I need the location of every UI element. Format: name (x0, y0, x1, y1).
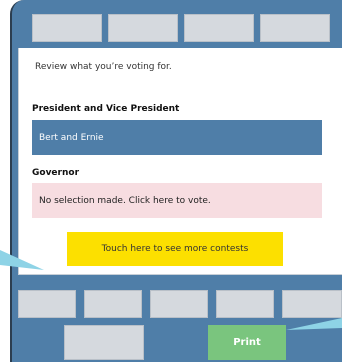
more-contests-button[interactable]: Touch here to see more contests (67, 232, 283, 266)
top-hardware-slot (108, 14, 178, 42)
contest-title-president: President and Vice President (32, 104, 180, 114)
selection-text: Bert and Ernie (39, 132, 104, 143)
top-hardware-slot (260, 14, 330, 42)
contest-selection-governor[interactable]: No selection made. Click here to vote. (32, 183, 322, 218)
selection-text: No selection made. Click here to vote. (39, 195, 211, 206)
top-hardware-slot (184, 14, 254, 42)
bottom-hardware-slot (216, 290, 274, 318)
bottom-hardware-slot (84, 290, 142, 318)
right-callout-pointer (286, 318, 342, 330)
contest-selection-president[interactable]: Bert and Ernie (32, 120, 322, 155)
ballot-review-screen: Review what you’re voting for. President… (18, 48, 342, 275)
review-instructions: Review what you’re voting for. (35, 62, 172, 72)
bottom-hardware-slot (18, 290, 76, 318)
bottom-left-hardware-slot (64, 325, 144, 360)
contest-title-governor: Governor (32, 168, 80, 178)
left-callout-pointer (0, 250, 44, 270)
bottom-hardware-slot (150, 290, 208, 318)
top-hardware-slot (32, 14, 102, 42)
print-button[interactable]: Print (208, 325, 286, 360)
more-contests-label: Touch here to see more contests (101, 244, 249, 254)
print-label: Print (233, 337, 261, 348)
